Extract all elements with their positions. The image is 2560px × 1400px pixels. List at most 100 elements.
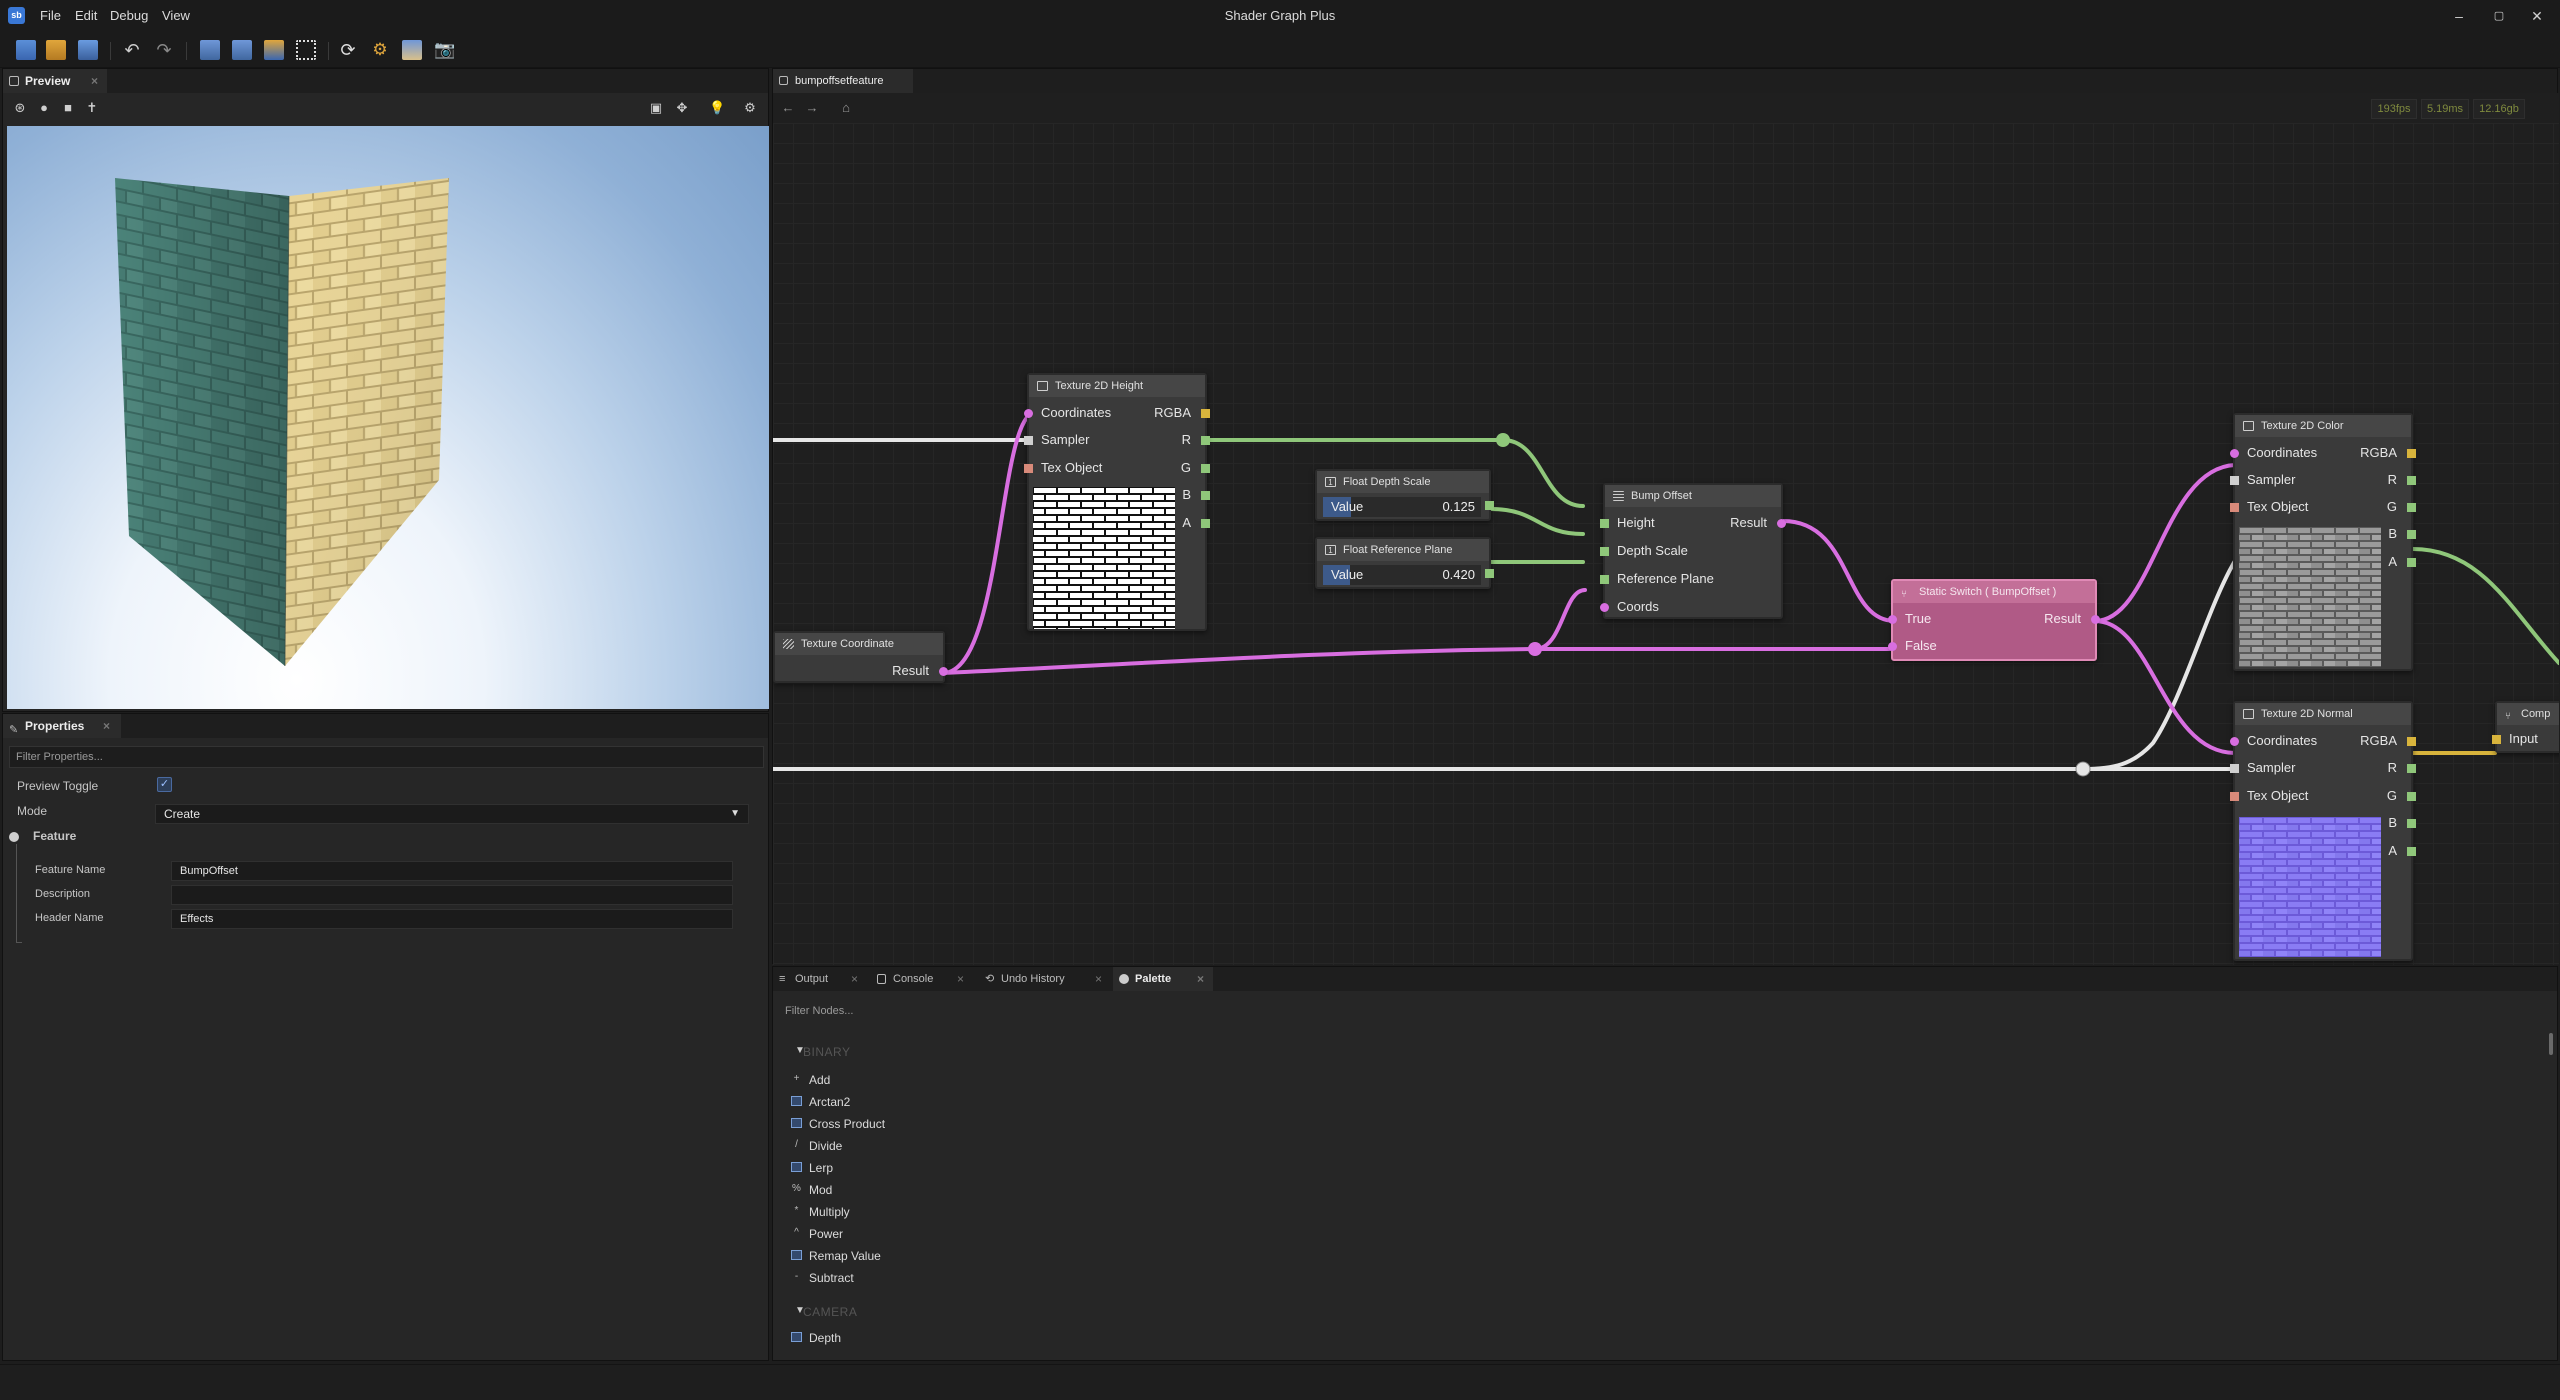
output-pin-value[interactable]: [1485, 569, 1494, 578]
node-static-switch[interactable]: ⑂ Static Switch ( BumpOffset ) True Fals…: [1888, 579, 2100, 661]
tab-graph[interactable]: bumpoffsetfeature: [773, 69, 913, 93]
output-pin-a[interactable]: [1201, 519, 1210, 528]
node-header[interactable]: ⑂ Comp: [2497, 703, 2559, 725]
cube-mesh-icon[interactable]: ■: [61, 101, 75, 115]
input-pin-sampler[interactable]: [2230, 764, 2239, 773]
wire-depth-scale[interactable]: [1489, 507, 1585, 536]
palette-item-cross-product[interactable]: Cross Product: [791, 1117, 885, 1131]
pin-reference-plane[interactable]: Reference Plane: [1617, 571, 1714, 586]
undo-icon[interactable]: ↶: [122, 40, 142, 60]
move-light-icon[interactable]: ✥: [675, 101, 689, 115]
input-pin-coordinates[interactable]: [1024, 409, 1033, 418]
redo-icon[interactable]: ↷: [154, 40, 174, 60]
maximize-button[interactable]: ▢: [2484, 5, 2514, 27]
pin-input[interactable]: Input: [2509, 731, 2538, 746]
wire-bump-result[interactable]: [1781, 519, 1897, 623]
pin-depth-scale[interactable]: Depth Scale: [1617, 543, 1688, 558]
feature-name-field[interactable]: BumpOffset: [171, 861, 733, 881]
light-bulb-icon[interactable]: 💡: [709, 101, 725, 115]
header-name-field[interactable]: Effects: [171, 909, 733, 929]
pin-result[interactable]: Result: [892, 663, 929, 678]
minimize-button[interactable]: –: [2444, 5, 2474, 27]
scrollbar-thumb[interactable]: [2549, 1033, 2553, 1055]
input-pin-tex-object[interactable]: [2230, 792, 2239, 801]
pin-r[interactable]: R: [2388, 472, 2397, 487]
close-window-button[interactable]: ✕: [2522, 5, 2552, 27]
description-field[interactable]: [171, 885, 733, 905]
output-pin-b[interactable]: [1201, 491, 1210, 500]
palette-item-power[interactable]: ^ Power: [794, 1227, 843, 1241]
output-pin-rgba[interactable]: [2407, 737, 2416, 746]
node-header[interactable]: ⑂ Static Switch ( BumpOffset ): [1893, 581, 2095, 603]
close-icon[interactable]: ×: [957, 967, 964, 991]
home-icon[interactable]: ⌂: [839, 101, 853, 115]
output-pin-a[interactable]: [2407, 558, 2416, 567]
node-header[interactable]: Texture 2D Height: [1029, 375, 1205, 397]
custom-model-icon[interactable]: ✝: [85, 101, 99, 115]
tab-undo-history[interactable]: ⟲ Undo History ×: [979, 967, 1111, 991]
node-bump-offset[interactable]: Bump Offset Height Depth Scale Reference…: [1600, 483, 1786, 619]
output-pin-r[interactable]: [1201, 436, 1210, 445]
background-icon[interactable]: ▣: [649, 101, 663, 115]
palette-item-remap-value[interactable]: Remap Value: [791, 1249, 881, 1263]
pin-b[interactable]: B: [2388, 815, 2397, 830]
input-pin-sampler[interactable]: [1024, 436, 1033, 445]
reroute-node[interactable]: [1496, 433, 1510, 447]
collapse-icon[interactable]: [9, 832, 19, 842]
wire-coord-to-bump[interactable]: [1533, 588, 1587, 651]
pin-g[interactable]: G: [2387, 788, 2397, 803]
node-header[interactable]: Texture Coordinate: [775, 633, 943, 655]
node-graph-canvas[interactable]: Texture 2D Height Coordinates Sampler Te…: [773, 123, 2559, 965]
pin-r[interactable]: R: [2388, 760, 2397, 775]
input-pin-sampler[interactable]: [2230, 476, 2239, 485]
input-pin-tex-object[interactable]: [2230, 503, 2239, 512]
pin-true[interactable]: True: [1905, 611, 1931, 626]
node-float-reference-plane[interactable]: 1 Float Reference Plane Value 0.420: [1315, 537, 1494, 589]
input-pin-coords[interactable]: [1600, 603, 1609, 612]
new-file-icon[interactable]: [16, 40, 36, 60]
output-pin-g[interactable]: [2407, 503, 2416, 512]
pin-false[interactable]: False: [1905, 638, 1937, 653]
output-pin-g[interactable]: [1201, 464, 1210, 473]
paste-icon[interactable]: [264, 40, 284, 60]
depth-scale-value-slider[interactable]: Value 0.125: [1323, 497, 1481, 517]
palette-category-binary[interactable]: ▼ BINARY: [795, 1045, 850, 1059]
pin-height[interactable]: Height: [1617, 515, 1655, 530]
pin-r[interactable]: R: [1182, 432, 1191, 447]
close-icon[interactable]: ×: [103, 714, 110, 738]
pin-coordinates[interactable]: Coordinates: [2247, 733, 2317, 748]
output-pin-g[interactable]: [2407, 792, 2416, 801]
output-pin-a[interactable]: [2407, 847, 2416, 856]
mode-select[interactable]: Create ▼: [155, 804, 749, 824]
pin-coords[interactable]: Coords: [1617, 599, 1659, 614]
input-pin-depth-scale[interactable]: [1600, 547, 1609, 556]
palette-item-depth[interactable]: Depth: [791, 1331, 841, 1345]
output-pin-result[interactable]: [939, 667, 948, 676]
node-header[interactable]: 1 Float Reference Plane: [1317, 539, 1489, 561]
screenshot-camera-icon[interactable]: 📷: [434, 40, 455, 60]
tab-palette[interactable]: Palette ×: [1113, 967, 1213, 991]
forward-arrow-icon[interactable]: →: [805, 101, 819, 115]
settings-gear-icon[interactable]: ⚙: [370, 40, 390, 60]
preview-settings-icon[interactable]: ⚙: [743, 101, 757, 115]
palette-category-camera[interactable]: ▼ CAMERA: [795, 1305, 857, 1319]
output-pin-result[interactable]: [2091, 615, 2100, 624]
output-pin-b[interactable]: [2407, 819, 2416, 828]
pin-g[interactable]: G: [1181, 460, 1191, 475]
palette-item-subtract[interactable]: - Subtract: [795, 1271, 854, 1285]
close-icon[interactable]: ×: [91, 69, 98, 93]
palette-item-add[interactable]: + Add: [794, 1073, 831, 1087]
pin-tex-object[interactable]: Tex Object: [2247, 499, 2308, 514]
palette-item-mod[interactable]: % Mod: [792, 1183, 832, 1197]
input-pin-tex-object[interactable]: [1024, 464, 1033, 473]
output-pin-value[interactable]: [1485, 501, 1494, 510]
document-icon[interactable]: [200, 40, 220, 60]
palette-item-lerp[interactable]: Lerp: [791, 1161, 833, 1175]
input-pin-true[interactable]: [1888, 615, 1897, 624]
pin-sampler[interactable]: Sampler: [1041, 432, 1089, 447]
pin-b[interactable]: B: [1182, 487, 1191, 502]
pin-tex-object[interactable]: Tex Object: [2247, 788, 2308, 803]
node-header[interactable]: Texture 2D Color: [2235, 415, 2411, 437]
select-all-icon[interactable]: [296, 40, 316, 60]
wire-color-r-out[interactable]: [2411, 547, 2559, 665]
